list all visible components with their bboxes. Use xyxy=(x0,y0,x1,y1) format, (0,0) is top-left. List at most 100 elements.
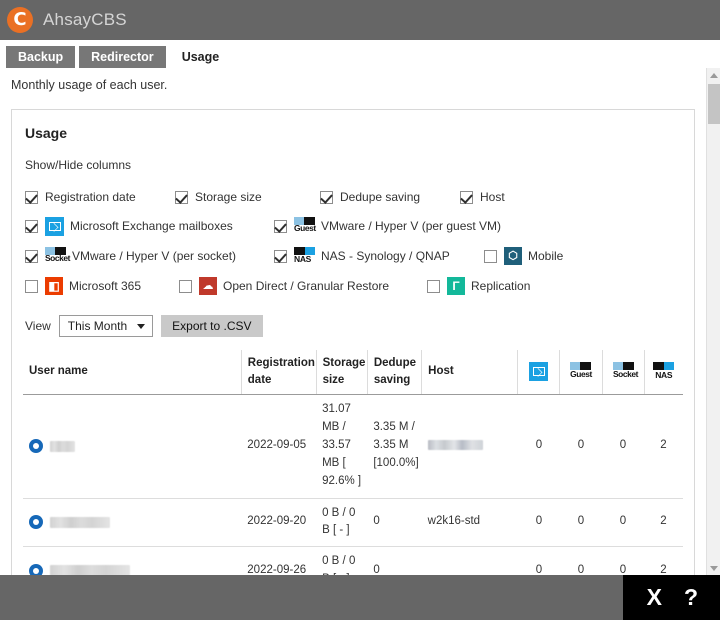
export-csv-button[interactable]: Export to .CSV xyxy=(161,315,262,337)
open-direct-icon: ☁ xyxy=(199,277,217,295)
column-header-user-name[interactable]: User name xyxy=(23,350,241,394)
vertical-scrollbar[interactable] xyxy=(706,68,720,575)
checkbox-host[interactable]: Host xyxy=(460,190,505,204)
checkbox-label: Dedupe saving xyxy=(340,190,420,204)
bottom-bar: X ? xyxy=(0,575,720,620)
checkbox-storage-size[interactable]: Storage size xyxy=(175,190,320,204)
vmware-guest-icon: Guest xyxy=(570,362,591,381)
scrollbar-thumb[interactable] xyxy=(708,84,720,124)
nas-icon-text: NAS xyxy=(653,369,674,381)
checkbox-box[interactable] xyxy=(25,250,38,263)
checkbox-label: Replication xyxy=(471,279,530,293)
cell-exchange-count: 0 xyxy=(518,547,560,575)
column-toggle-row-1: Registration date Storage size Dedupe sa… xyxy=(25,183,683,211)
table-header-row: User name Registration date Storage size… xyxy=(23,350,683,394)
column-header-nas[interactable]: NAS xyxy=(644,350,683,394)
cell-socket-count: 0 xyxy=(602,498,644,547)
tab-backup-label: Backup xyxy=(18,51,63,64)
checkbox-microsoft365[interactable]: ◧ Microsoft 365 xyxy=(25,277,179,295)
user-detail-icon[interactable] xyxy=(29,564,43,575)
table-header: User name Registration date Storage size… xyxy=(23,350,683,394)
replication-icon: Γ xyxy=(447,277,465,295)
mobile-icon: ⬡ xyxy=(504,247,522,265)
cell-guest-count: 0 xyxy=(560,394,602,498)
cell-host xyxy=(422,394,518,498)
cell-nas-count: 2 xyxy=(644,498,683,547)
checkbox-label: NAS - Synology / QNAP xyxy=(321,249,450,263)
checkbox-open-direct[interactable]: ☁ Open Direct / Granular Restore xyxy=(179,277,427,295)
cell-socket-count: 0 xyxy=(602,394,644,498)
column-header-vmware-socket[interactable]: Socket xyxy=(602,350,644,394)
app-title: AhsayCBS xyxy=(43,10,127,30)
vmware-socket-icon: Socket xyxy=(613,362,634,381)
cell-socket-count: 0 xyxy=(602,547,644,575)
cell-dedupe-saving: 0 xyxy=(367,498,421,547)
exchange-icon xyxy=(529,362,548,381)
view-period-select[interactable]: This Month xyxy=(59,315,153,337)
close-button[interactable]: X xyxy=(647,586,662,609)
nas-icon: NAS xyxy=(294,247,315,266)
column-header-host[interactable]: Host xyxy=(422,350,518,394)
microsoft365-icon-glyph: ◧ xyxy=(48,280,59,292)
bottom-action-group: X ? xyxy=(623,575,720,620)
tab-usage[interactable]: Usage xyxy=(170,46,232,68)
checkbox-box[interactable] xyxy=(25,280,38,293)
show-hide-columns-label: Show/Hide columns xyxy=(23,141,683,172)
vmware-socket-icon-text: Socket xyxy=(613,369,635,381)
nas-icon-text: NAS xyxy=(294,254,315,264)
checkbox-label: Registration date xyxy=(45,190,136,204)
tab-backup[interactable]: Backup xyxy=(6,46,75,68)
vmware-guest-icon-text: Guest xyxy=(570,369,592,381)
checkbox-vmware-guest[interactable]: Guest VMware / Hyper V (per guest VM) xyxy=(274,217,501,236)
vmware-guest-icon-text: Guest xyxy=(294,224,316,233)
user-detail-icon[interactable] xyxy=(29,439,43,453)
usage-table: User name Registration date Storage size… xyxy=(23,350,683,575)
table-row[interactable]: 2022-09-05 31.07 MB / 33.57 MB [ 92.6% ]… xyxy=(23,394,683,498)
column-toggle-row-4: ◧ Microsoft 365 ☁ Open Direct / Granular… xyxy=(25,271,683,301)
checkbox-box[interactable] xyxy=(320,191,333,204)
column-header-registration-date[interactable]: Registration date xyxy=(241,350,316,394)
chevron-down-icon xyxy=(137,324,145,329)
checkbox-dedupe-saving[interactable]: Dedupe saving xyxy=(320,190,460,204)
cell-dedupe-saving: 0 xyxy=(367,547,421,575)
cell-exchange-count: 0 xyxy=(518,394,560,498)
checkbox-box[interactable] xyxy=(460,191,473,204)
scroll-up-arrow-icon[interactable] xyxy=(707,68,720,82)
vmware-guest-icon: Guest xyxy=(294,217,315,236)
cell-host: w2k16-std xyxy=(422,498,518,547)
checkbox-box[interactable] xyxy=(427,280,440,293)
cell-storage-size: 0 B / 0 B [ - ] xyxy=(316,498,367,547)
checkbox-box[interactable] xyxy=(25,191,38,204)
scroll-down-arrow-icon[interactable] xyxy=(707,561,720,575)
user-detail-icon[interactable] xyxy=(29,515,43,529)
tab-bar: Backup Redirector Usage xyxy=(0,40,720,68)
help-button[interactable]: ? xyxy=(684,586,698,609)
checkbox-label: Open Direct / Granular Restore xyxy=(223,279,389,293)
cell-storage-size: 0 B / 0 B [ - ] xyxy=(316,547,367,575)
cell-storage-size: 31.07 MB / 33.57 MB [ 92.6% ] xyxy=(316,394,367,498)
checkbox-replication[interactable]: Γ Replication xyxy=(427,277,530,295)
checkbox-registration-date[interactable]: Registration date xyxy=(25,190,175,204)
column-header-dedupe-saving[interactable]: Dedupe saving xyxy=(367,350,421,394)
redacted-user-name xyxy=(50,565,130,575)
title-bar: C AhsayCBS xyxy=(0,0,720,40)
cell-exchange-count: 0 xyxy=(518,498,560,547)
checkbox-exchange-mailboxes[interactable]: Microsoft Exchange mailboxes xyxy=(25,217,274,236)
table-row[interactable]: 2022-09-26 0 B / 0 B [ - ] 0 0 0 0 2 xyxy=(23,547,683,575)
table-row[interactable]: 2022-09-20 0 B / 0 B [ - ] 0 w2k16-std 0… xyxy=(23,498,683,547)
checkbox-box[interactable] xyxy=(175,191,188,204)
checkbox-vmware-socket[interactable]: Socket VMware / Hyper V (per socket) xyxy=(25,247,274,266)
checkbox-box[interactable] xyxy=(25,220,38,233)
checkbox-box[interactable] xyxy=(274,250,287,263)
checkbox-box[interactable] xyxy=(484,250,497,263)
column-header-exchange[interactable] xyxy=(518,350,560,394)
tab-redirector[interactable]: Redirector xyxy=(79,46,166,68)
page-subtitle: Monthly usage of each user. xyxy=(0,68,706,92)
checkbox-box[interactable] xyxy=(179,280,192,293)
column-header-vmware-guest[interactable]: Guest xyxy=(560,350,602,394)
checkbox-mobile[interactable]: ⬡ Mobile xyxy=(484,247,563,265)
checkbox-nas[interactable]: NAS NAS - Synology / QNAP xyxy=(274,247,484,266)
vmware-socket-icon: Socket xyxy=(45,247,66,266)
checkbox-box[interactable] xyxy=(274,220,287,233)
column-header-storage-size[interactable]: Storage size xyxy=(316,350,367,394)
